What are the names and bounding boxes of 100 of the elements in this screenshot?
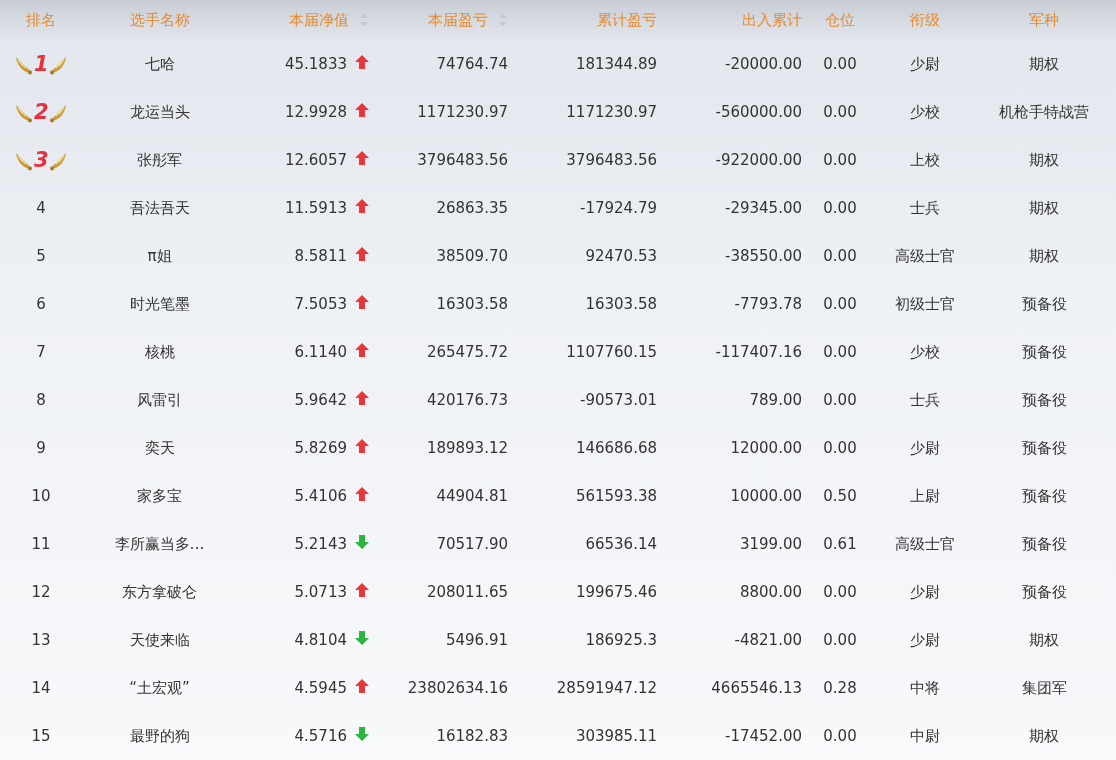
branch-cell-text: 期权: [1028, 246, 1060, 266]
total-pnl-cell-text: -90573.01: [579, 391, 657, 409]
net-value-cell-text: 5.2143: [293, 535, 347, 553]
rank-number: 13: [30, 631, 52, 649]
total-pnl-cell-text: 1171230.97: [565, 103, 657, 121]
total-pnl-cell-text: 28591947.12: [555, 679, 657, 697]
period-pnl-cell-text: 265475.72: [425, 343, 508, 361]
net-value-cell-text: 12.9928: [283, 103, 347, 121]
period-pnl-cell-text: 189893.12: [425, 439, 508, 457]
grade-cell-text: 少尉: [909, 582, 941, 602]
total-pnl-cell-text: 181344.89: [574, 55, 657, 73]
net-flow-cell-text: -38550.00: [724, 247, 802, 265]
column-header: 选手名称: [128, 10, 191, 30]
net-flow-cell-text: -29345.00: [724, 199, 802, 217]
net-flow-cell-text: -4821.00: [733, 631, 802, 649]
period-pnl-cell-text: 420176.73: [425, 391, 508, 409]
net-flow-cell-text: 8800.00: [738, 583, 802, 601]
player-name: 龙运当头: [128, 102, 191, 122]
rank-number: 4: [35, 199, 47, 217]
period-pnl-cell-text: 3796483.56: [416, 151, 508, 169]
position-cell-text: 0.00: [822, 727, 858, 745]
period-pnl-cell-text: 26863.35: [435, 199, 508, 217]
position-cell-text: 0.61: [822, 535, 858, 553]
branch-cell-text: 预备役: [1020, 294, 1068, 314]
net-flow-cell-text: -20000.00: [724, 55, 802, 73]
net-value-cell-text: 5.8269: [293, 439, 347, 457]
total-pnl-cell-text: 199675.46: [574, 583, 657, 601]
net-flow-cell-text: 12000.00: [729, 439, 802, 457]
period-pnl-cell-text: 16303.58: [435, 295, 508, 313]
branch-cell-text: 期权: [1028, 198, 1060, 218]
total-pnl-cell-text: 3796483.56: [565, 151, 657, 169]
branch-cell-text: 预备役: [1020, 438, 1068, 458]
grade-cell-text: 高级士官: [894, 246, 956, 266]
branch-cell-text: 集团军: [1020, 678, 1068, 698]
position-cell-text: 0.00: [822, 247, 858, 265]
grade-cell-text: 士兵: [909, 390, 941, 410]
column-header[interactable]: 本届盈亏: [387, 10, 508, 30]
net-flow-cell-text: -117407.16: [714, 343, 802, 361]
player-name: 李所赢当多…: [113, 534, 206, 554]
net-value-cell-text: 4.5716: [293, 727, 347, 745]
player-name: 核桃: [143, 342, 176, 362]
position-cell-text: 0.28: [822, 679, 858, 697]
total-pnl-cell-text: -17924.79: [579, 199, 657, 217]
rank-number: 8: [35, 391, 47, 409]
column-header: 衔级: [909, 10, 941, 30]
column-header: 军种: [1028, 10, 1060, 30]
position-cell-text: 0.50: [822, 487, 858, 505]
rank-number: 5: [35, 247, 47, 265]
total-pnl-cell-text: 92470.53: [584, 247, 657, 265]
net-value-cell-text: 7.5053: [293, 295, 347, 313]
player-name: “土宏观”: [128, 678, 191, 698]
player-name: 风雷引: [136, 390, 183, 410]
net-flow-cell-text: 3199.00: [738, 535, 802, 553]
rank-number: 15: [30, 727, 52, 745]
net-value-cell-text: 45.1833: [283, 55, 347, 73]
column-header: 累计盈亏: [596, 10, 657, 30]
net-flow-cell-text: 10000.00: [729, 487, 802, 505]
grade-cell-text: 中尉: [909, 726, 941, 746]
rank-number: 1: [34, 52, 48, 76]
period-pnl-cell-text: 1171230.97: [416, 103, 508, 121]
player-name: 张彤军: [136, 150, 183, 170]
grade-cell-text: 士兵: [909, 198, 941, 218]
position-cell-text: 0.00: [822, 295, 858, 313]
player-name: 天使来临: [128, 630, 191, 650]
grade-cell-text: 少尉: [909, 630, 941, 650]
net-value-cell-text: 8.5811: [293, 247, 347, 265]
branch-cell-text: 预备役: [1020, 534, 1068, 554]
rank-number: 9: [35, 439, 47, 457]
grade-cell-text: 初级士官: [894, 294, 956, 314]
branch-cell-text: 机枪手特战营: [998, 102, 1090, 122]
column-header[interactable]: 本届净值: [237, 10, 387, 30]
player-name: π姐: [146, 246, 173, 266]
period-pnl-cell-text: 44904.81: [435, 487, 508, 505]
position-cell-text: 0.00: [822, 343, 858, 361]
total-pnl-cell-text: 66536.14: [584, 535, 657, 553]
rank-number: 3: [34, 148, 48, 172]
position-cell-text: 0.00: [822, 151, 858, 169]
player-name: 时光笔墨: [128, 294, 191, 314]
net-value-cell-text: 4.5945: [293, 679, 347, 697]
period-pnl-cell-text: 74764.74: [435, 55, 508, 73]
grade-cell-text: 上校: [909, 150, 941, 170]
net-flow-cell-text: -17452.00: [724, 727, 802, 745]
rank-number: 10: [30, 487, 52, 505]
grade-cell-text: 少尉: [909, 54, 941, 74]
rank-number: 2: [34, 100, 48, 124]
branch-cell-text: 预备役: [1020, 582, 1068, 602]
total-pnl-cell-text: 303985.11: [574, 727, 657, 745]
total-pnl-cell-text: 16303.58: [584, 295, 657, 313]
period-pnl-cell-text: 16182.83: [435, 727, 508, 745]
period-pnl-cell-text: 70517.90: [435, 535, 508, 553]
net-value-cell-text: 4.8104: [293, 631, 347, 649]
player-name: 七哈: [143, 54, 176, 74]
grade-cell-text: 少校: [909, 342, 941, 362]
rank-number: 6: [35, 295, 47, 313]
net-value-cell-text: 5.4106: [293, 487, 347, 505]
period-pnl-cell-text: 38509.70: [435, 247, 508, 265]
branch-cell-text: 期权: [1028, 54, 1060, 74]
player-name: 家多宝: [136, 486, 183, 506]
total-pnl-cell-text: 561593.38: [574, 487, 657, 505]
rank-number: 12: [30, 583, 52, 601]
